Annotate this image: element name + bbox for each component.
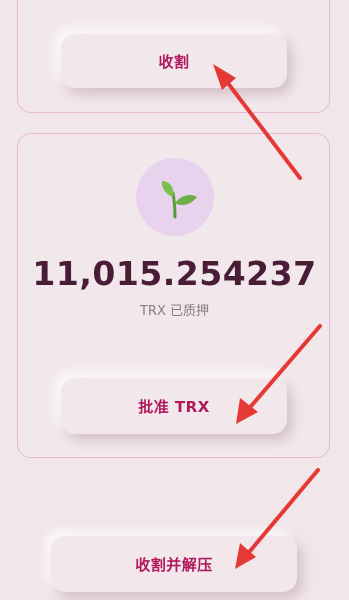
harvest-and-unstake-button[interactable]: 收割并解压 [51, 536, 297, 592]
staked-amount-label: TRX 已质押 [139, 304, 209, 319]
approve-button-label: 批准 TRX [138, 397, 210, 416]
harvest-button-label: 收割 [158, 52, 190, 71]
approve-trx-button[interactable]: 批准 TRX [61, 378, 287, 434]
harvest-button[interactable]: 收割 [61, 34, 287, 88]
harvest-unstake-button-label: 收割并解压 [135, 555, 213, 574]
sprout-icon [136, 158, 214, 236]
staked-amount: 11,015.254237 [32, 254, 317, 293]
